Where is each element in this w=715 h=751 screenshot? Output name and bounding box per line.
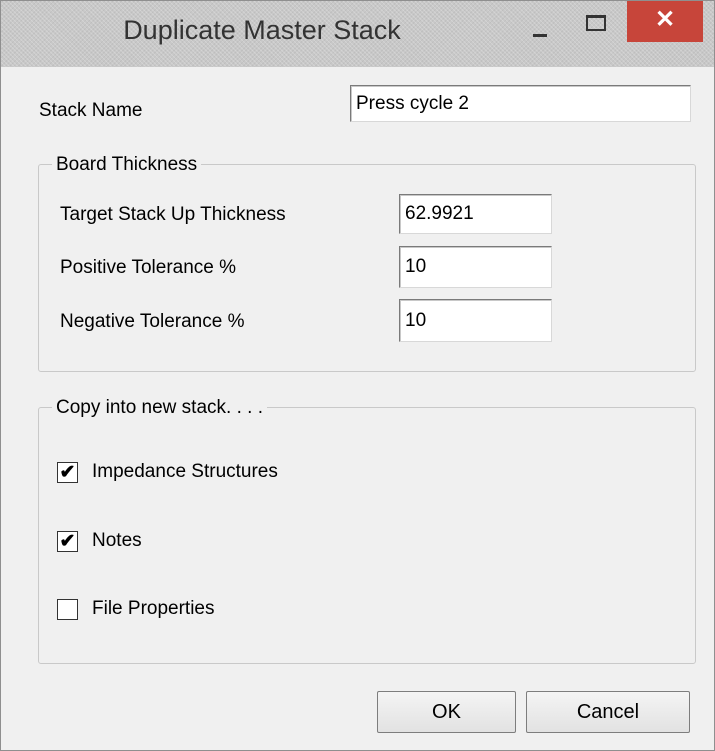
checkmark-icon: ✔ bbox=[59, 462, 76, 483]
close-icon: ✕ bbox=[654, 6, 676, 33]
maximize-button[interactable] bbox=[571, 7, 619, 47]
minimize-button[interactable] bbox=[515, 9, 563, 49]
ok-button[interactable]: OK bbox=[377, 691, 516, 733]
notes-label[interactable]: Notes bbox=[92, 530, 142, 552]
close-button[interactable]: ✕ bbox=[627, 1, 703, 42]
checkmark-icon: ✔ bbox=[59, 531, 76, 552]
target-thickness-label: Target Stack Up Thickness bbox=[60, 204, 286, 225]
positive-tolerance-label: Positive Tolerance % bbox=[60, 257, 237, 278]
negative-tolerance-input[interactable] bbox=[399, 299, 552, 342]
stack-name-input[interactable] bbox=[350, 85, 691, 122]
file-properties-checkbox[interactable] bbox=[57, 599, 78, 620]
target-thickness-input[interactable] bbox=[399, 194, 552, 234]
impedance-structures-label[interactable]: Impedance Structures bbox=[92, 461, 278, 483]
stack-name-label: Stack Name bbox=[39, 100, 143, 121]
positive-tolerance-input[interactable] bbox=[399, 246, 552, 288]
duplicate-master-stack-dialog: Duplicate Master Stack ✕ Stack Name Boar… bbox=[0, 0, 715, 751]
file-properties-label[interactable]: File Properties bbox=[92, 598, 215, 620]
title-bar[interactable]: Duplicate Master Stack ✕ bbox=[1, 1, 714, 67]
impedance-structures-checkbox[interactable]: ✔ bbox=[57, 462, 78, 483]
cancel-button[interactable]: Cancel bbox=[526, 691, 690, 733]
board-thickness-legend: Board Thickness bbox=[52, 154, 202, 176]
notes-checkbox[interactable]: ✔ bbox=[57, 531, 78, 552]
copy-options-legend: Copy into new stack. . . . bbox=[52, 397, 267, 419]
window-title: Duplicate Master Stack bbox=[123, 15, 401, 45]
negative-tolerance-label: Negative Tolerance % bbox=[60, 311, 245, 332]
